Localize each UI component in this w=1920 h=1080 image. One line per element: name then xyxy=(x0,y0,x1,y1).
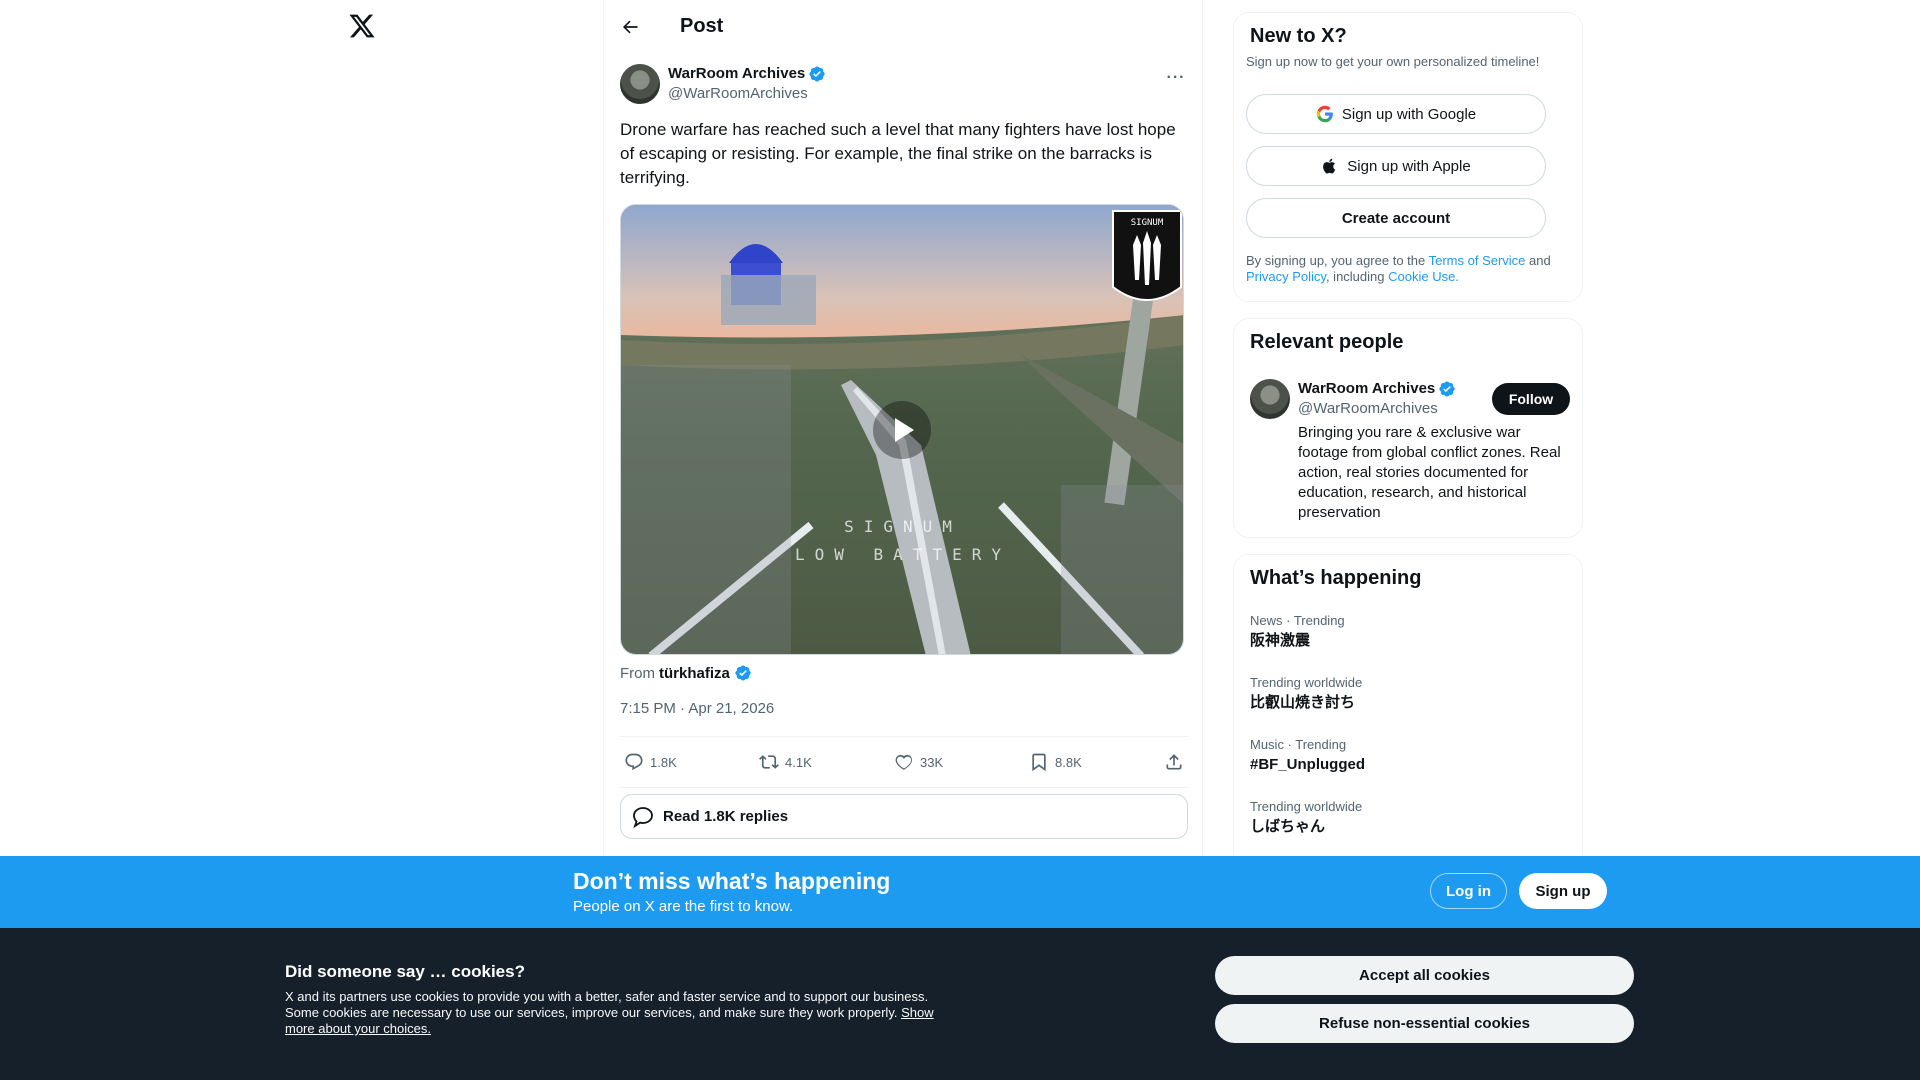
banner-subtitle: People on X are the first to know. xyxy=(573,898,794,915)
bookmark-count: 8.8K xyxy=(1055,754,1082,770)
person-name[interactable]: WarRoom Archives xyxy=(1298,379,1435,399)
verified-badge-icon xyxy=(1438,380,1456,398)
trend-meta: Music · Trending xyxy=(1250,737,1347,752)
create-account-button[interactable]: Create account xyxy=(1246,198,1546,238)
trend-name: 阪神激震 xyxy=(1250,632,1311,649)
legal-prefix: By signing up, you agree to the xyxy=(1246,253,1429,268)
video-overlay-line2: LOW BATTERY xyxy=(795,545,1011,564)
x-logo-icon[interactable] xyxy=(348,12,376,40)
follow-button[interactable]: Follow xyxy=(1492,383,1570,415)
relevant-people-title: Relevant people xyxy=(1250,331,1404,353)
video-overlay-line1: SIGNUM xyxy=(844,517,962,536)
legal-and: and xyxy=(1525,253,1551,268)
banner-title: Don’t miss what’s happening xyxy=(573,868,891,894)
apple-icon xyxy=(1323,158,1336,174)
like-button[interactable]: 33K xyxy=(894,752,1004,772)
video-badge-text: SIGNUM xyxy=(1131,218,1164,228)
post-header: Post xyxy=(604,0,1202,53)
refuse-cookies-button[interactable]: Refuse non-essential cookies xyxy=(1215,1004,1634,1043)
cookie-text: X and its partners use cookies to provid… xyxy=(285,989,935,1037)
author-meta: WarRoom Archives @WarRoomArchives xyxy=(668,64,826,104)
more-options-icon[interactable]: ··· xyxy=(1166,68,1186,88)
trend-meta: Trending worldwide xyxy=(1250,675,1363,690)
privacy-link[interactable]: Privacy Policy xyxy=(1246,269,1326,284)
share-icon xyxy=(1166,754,1182,770)
trend-item[interactable]: Trending worldwide 比叡山焼き討ち xyxy=(1250,675,1362,713)
author-name[interactable]: WarRoom Archives xyxy=(668,64,805,84)
from-label: From xyxy=(620,664,655,682)
author-name-row[interactable]: WarRoom Archives xyxy=(668,64,826,84)
signup-button[interactable]: Sign up xyxy=(1519,873,1607,909)
avatar[interactable] xyxy=(620,64,660,104)
trend-meta: Trending worldwide xyxy=(1250,799,1363,814)
repost-icon xyxy=(759,755,779,769)
from-name[interactable]: türkhafiza xyxy=(659,665,730,682)
person-name-row[interactable]: WarRoom Archives xyxy=(1298,379,1478,399)
avatar[interactable] xyxy=(1250,379,1290,419)
whats-happening-title: What’s happening xyxy=(1250,567,1422,589)
person-info: WarRoom Archives @WarRoomArchives xyxy=(1298,379,1478,419)
new-to-x-subtitle: Sign up now to get your own personalized… xyxy=(1246,54,1540,69)
signup-banner: Don’t miss what’s happening People on X … xyxy=(0,856,1920,928)
play-button[interactable] xyxy=(873,401,931,459)
cookie-consent-bar: Did someone say … cookies? X and its par… xyxy=(0,928,1920,1080)
apple-signup-button[interactable]: Sign up with Apple xyxy=(1246,146,1546,186)
read-replies-button[interactable]: Read 1.8K replies xyxy=(620,794,1188,839)
video-player[interactable]: SIGNUM SIGNUM LOW BATTERY xyxy=(620,204,1184,655)
relevant-person[interactable]: WarRoom Archives @WarRoomArchives Follow… xyxy=(1250,379,1570,521)
author-row: WarRoom Archives @WarRoomArchives ··· xyxy=(620,64,1186,104)
apple-signup-label: Sign up with Apple xyxy=(1347,157,1471,175)
trend-name: #BF_Unplugged xyxy=(1250,756,1365,773)
create-account-label: Create account xyxy=(1341,209,1451,227)
page-title: Post xyxy=(680,15,724,37)
repost-button[interactable]: 4.1K xyxy=(759,752,869,772)
post-text: Drone warfare has reached such a level t… xyxy=(620,120,1176,187)
share-button[interactable] xyxy=(1164,752,1184,772)
relevant-people-card: Relevant people WarRoom Archives @WarRoo… xyxy=(1233,318,1583,538)
read-replies-label: Read 1.8K replies xyxy=(663,808,789,825)
trend-item[interactable]: News · Trending 阪神激震 xyxy=(1250,613,1345,651)
google-signup-label: Sign up with Google xyxy=(1341,105,1477,123)
trend-name: 比叡山焼き討ち xyxy=(1250,694,1356,711)
login-button[interactable]: Log in xyxy=(1430,873,1507,909)
from-attribution: From türkhafiza xyxy=(620,664,752,682)
post-timestamp[interactable]: 7:15 PM · Apr 21, 2026 xyxy=(620,700,774,717)
person-bio: Bringing you rare & exclusive war footag… xyxy=(1298,424,1561,521)
whats-happening-card: What’s happening News · Trending 阪神激震 Tr… xyxy=(1233,554,1583,874)
verified-badge-icon xyxy=(808,65,826,83)
trend-item[interactable]: Music · Trending #BF_Unplugged xyxy=(1250,737,1365,775)
cookie-use-link[interactable]: Cookie Use. xyxy=(1388,269,1459,284)
bookmark-button[interactable]: 8.8K xyxy=(1029,752,1139,772)
accept-cookies-button[interactable]: Accept all cookies xyxy=(1215,956,1634,995)
author-handle[interactable]: @WarRoomArchives xyxy=(668,84,826,104)
trend-item[interactable]: Trending worldwide しばちゃん xyxy=(1250,799,1362,837)
cookie-title: Did someone say … cookies? xyxy=(285,962,525,981)
reply-button[interactable]: 1.8K xyxy=(624,752,734,772)
google-signup-button[interactable]: Sign up with Google xyxy=(1246,94,1546,134)
post-actions: 1.8K 4.1K 33K 8.8K xyxy=(620,736,1188,788)
reply-icon xyxy=(625,753,643,771)
cookie-body: X and its partners use cookies to provid… xyxy=(285,989,929,1020)
legal-including: , including xyxy=(1325,269,1389,284)
trend-name: しばちゃん xyxy=(1250,818,1326,835)
bookmark-icon xyxy=(1032,753,1046,772)
verified-badge-icon xyxy=(734,664,752,682)
trend-meta: News · Trending xyxy=(1250,613,1345,628)
heart-icon xyxy=(895,754,912,770)
new-to-x-title: New to X? xyxy=(1250,25,1347,47)
reply-count: 1.8K xyxy=(650,754,677,770)
terms-link[interactable]: Terms of Service xyxy=(1429,253,1526,268)
signup-legal-text: By signing up, you agree to the Terms of… xyxy=(1246,253,1576,285)
new-to-x-card: New to X? Sign up now to get your own pe… xyxy=(1233,12,1583,302)
repost-count: 4.1K xyxy=(785,754,812,770)
like-count: 33K xyxy=(920,754,944,770)
person-handle[interactable]: @WarRoomArchives xyxy=(1298,399,1478,419)
back-arrow-icon[interactable] xyxy=(620,17,640,37)
replies-bubble-icon xyxy=(633,806,653,828)
post-column: Post WarRoom Archives @WarRoomArchives ·… xyxy=(603,0,1203,856)
google-icon xyxy=(1316,105,1333,123)
